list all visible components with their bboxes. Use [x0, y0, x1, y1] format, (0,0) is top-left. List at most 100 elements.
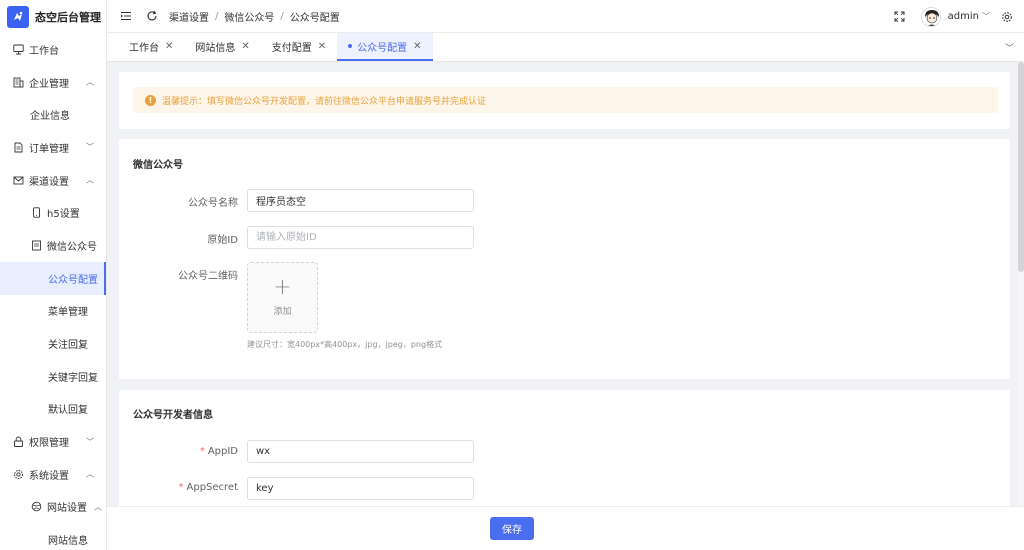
sidebar-item-follow-reply[interactable]: 关注回复: [0, 327, 106, 360]
logo[interactable]: 态空后台管理: [0, 0, 106, 33]
breadcrumb-separator: /: [280, 10, 284, 22]
fullscreen-icon[interactable]: [893, 10, 907, 24]
origin-id-input[interactable]: [247, 226, 474, 249]
appid-input[interactable]: [247, 440, 474, 463]
sidebar-item-enterprise-info[interactable]: 企业信息: [0, 98, 106, 131]
qrcode-label: 公众号二维码: [178, 271, 238, 282]
sidebar-item-dashboard[interactable]: 工作台: [0, 33, 106, 66]
sidebar-item-wechat[interactable]: 微信公众号: [0, 229, 106, 262]
building-icon: [12, 76, 24, 88]
gear-icon[interactable]: [1000, 10, 1014, 24]
sidebar-item-wechat-config[interactable]: 公众号配置: [0, 261, 106, 295]
chevron-up-icon: ︿: [86, 175, 94, 185]
tab-dashboard[interactable]: 工作台 ✕: [118, 33, 184, 61]
sidebar-item-label: 企业信息: [30, 111, 70, 123]
sidebar-item-label: 默认回复: [48, 405, 88, 417]
size-hint: 建议尺寸：宽400px*高400px，jpg，jpeg，png格式: [247, 340, 443, 349]
account-name-input[interactable]: [247, 189, 474, 212]
avatar[interactable]: [920, 6, 941, 27]
monitor-icon: [12, 43, 24, 55]
main-content: ! 温馨提示：填写微信公众号开发配置，请前往微信公众平台申请服务号并完成认证 微…: [107, 62, 1024, 550]
save-button[interactable]: 保存: [490, 517, 534, 540]
tab-label: 公众号配置: [357, 42, 408, 54]
plus-icon: +: [273, 275, 292, 300]
chevron-down-icon[interactable]: ﹀: [982, 11, 990, 22]
sidebar-item-label: h5设置: [47, 209, 80, 221]
tab-wechat-config[interactable]: 公众号配置 ✕: [337, 33, 433, 61]
chevron-down-icon: ﹀: [86, 437, 94, 447]
user-name[interactable]: admin: [948, 11, 979, 22]
sidebar-item-label: 权限管理: [29, 438, 69, 450]
sidebar-item-channel[interactable]: 渠道设置 ︿: [0, 164, 106, 197]
appsecret-input[interactable]: [247, 477, 474, 500]
required-mark: *: [199, 446, 205, 457]
scrollbar[interactable]: [1018, 62, 1024, 506]
chevron-up-icon: ︿: [86, 77, 94, 87]
sidebar: 态空后台管理 工作台 企业管理 ︿ 企业信息 订单管理 ﹀ 渠道设置 ︿ h5设…: [0, 0, 107, 550]
chevron-up-icon: ︿: [94, 502, 102, 512]
close-icon[interactable]: ✕: [241, 41, 249, 52]
origin-id-label: 原始ID: [207, 235, 238, 246]
appsecret-label: * AppSecret: [119, 482, 239, 493]
scroll-thumb[interactable]: [1018, 62, 1024, 272]
sidebar-item-label: 关注回复: [48, 340, 88, 352]
warning-icon: !: [145, 94, 156, 106]
top-header: 渠道设置 / 微信公众号 / 公众号配置 admin ﹀: [107, 0, 1024, 33]
sidebar-item-label: 公众号配置: [48, 274, 98, 286]
sidebar-item-default-reply[interactable]: 默认回复: [0, 393, 106, 426]
tab-site-info[interactable]: 网站信息 ✕: [184, 33, 260, 61]
appsecret-label-text: AppSecret: [186, 482, 239, 493]
logo-icon: [7, 5, 29, 28]
upload-label: 添加: [273, 307, 292, 317]
sidebar-item-label: 渠道设置: [29, 176, 69, 188]
refresh-icon[interactable]: [145, 9, 159, 23]
alert-text: 温馨提示：填写微信公众号开发配置，请前往微信公众平台申请服务号并完成认证: [162, 96, 487, 107]
sidebar-item-label: 网站设置: [47, 503, 87, 515]
chevron-down-icon[interactable]: ﹀: [1005, 33, 1014, 62]
breadcrumb: 渠道设置 / 微信公众号 / 公众号配置: [169, 9, 340, 24]
developer-info-card: 公众号开发者信息 *AppID *AppSecret: [119, 390, 1010, 520]
tab-bar: 工作台 ✕ 网站信息 ✕ 支付配置 ✕ 公众号配置 ✕ ﹀: [107, 33, 1024, 62]
required-mark: *: [178, 482, 184, 493]
menu-fold-icon[interactable]: [119, 9, 133, 23]
sidebar-item-label: 工作台: [29, 45, 59, 57]
close-icon[interactable]: ✕: [413, 41, 421, 52]
tab-label: 支付配置: [271, 42, 312, 54]
wechat-account-card: 微信公众号 公众号名称 原始ID 公众号二维码 + 添加 建议尺寸：宽400px…: [119, 139, 1010, 379]
globe-icon: [30, 501, 42, 513]
sidebar-item-label: 系统设置: [29, 470, 69, 482]
notice-card: ! 温馨提示：填写微信公众号开发配置，请前往微信公众平台申请服务号并完成认证: [119, 72, 1010, 129]
mail-icon: [12, 174, 24, 186]
section-title: 微信公众号: [133, 160, 183, 171]
sidebar-item-h5[interactable]: h5设置: [0, 196, 106, 229]
sidebar-item-label: 企业管理: [29, 78, 69, 90]
sidebar-item-label: 网站信息: [48, 536, 88, 548]
qrcode-upload[interactable]: + 添加: [247, 262, 318, 333]
sidebar-item-site-info[interactable]: 网站信息: [0, 523, 106, 550]
tab-payment[interactable]: 支付配置 ✕: [261, 33, 337, 61]
warning-alert: ! 温馨提示：填写微信公众号开发配置，请前往微信公众平台申请服务号并完成认证: [133, 87, 998, 113]
sidebar-item-system[interactable]: 系统设置 ︿: [0, 458, 106, 491]
sidebar-item-enterprise[interactable]: 企业管理 ︿: [0, 66, 106, 99]
sidebar-item-label: 订单管理: [29, 143, 69, 155]
sidebar-item-label: 关键字回复: [48, 372, 98, 384]
chevron-up-icon: ︿: [86, 469, 94, 479]
sidebar-item-label: 微信公众号: [47, 241, 97, 253]
mobile-icon: [30, 207, 42, 219]
sidebar-item-keyword-reply[interactable]: 关键字回复: [0, 360, 106, 393]
tab-label: 工作台: [129, 42, 159, 54]
sidebar-item-site-settings[interactable]: 网站设置 ︿: [0, 491, 106, 524]
app-title: 态空后台管理: [35, 10, 101, 24]
breadcrumb-item[interactable]: 渠道设置: [169, 9, 209, 24]
footer-bar: 保存: [107, 506, 1024, 550]
appid-label: * AppID: [119, 446, 238, 457]
close-icon[interactable]: ✕: [165, 41, 173, 52]
breadcrumb-item[interactable]: 微信公众号: [224, 9, 274, 24]
close-icon[interactable]: ✕: [318, 41, 326, 52]
breadcrumb-current: 公众号配置: [289, 12, 340, 24]
sidebar-item-permission[interactable]: 权限管理 ﹀: [0, 425, 106, 458]
document-icon: [12, 141, 24, 153]
sidebar-item-menu-manage[interactable]: 菜单管理: [0, 295, 106, 328]
sidebar-item-orders[interactable]: 订单管理 ﹀: [0, 131, 106, 164]
file-icon: [30, 239, 42, 251]
